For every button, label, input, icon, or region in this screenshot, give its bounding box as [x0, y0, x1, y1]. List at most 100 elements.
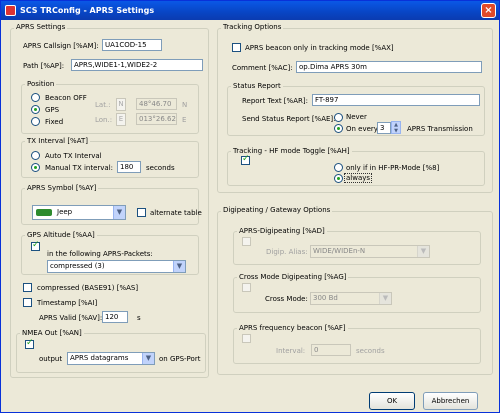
lon-dir-button[interactable]: E — [116, 113, 126, 126]
title-bar[interactable]: SCS TRConfig - APRS Settings × — [1, 1, 499, 20]
cross-mode-label: Cross Mode: — [265, 295, 308, 303]
callsign-label: APRS Callsign [%AM]: — [23, 42, 99, 50]
valid-unit: s — [137, 314, 141, 322]
nmea-checkbox[interactable] — [25, 338, 34, 349]
beacon-only-checkbox[interactable] — [232, 43, 241, 52]
send-status-label: Send Status Report [%AE]: — [242, 115, 336, 123]
report-text-input[interactable]: FT-897 — [312, 94, 480, 106]
nmea-title: NMEA Out [%AN] — [20, 329, 84, 337]
path-label: Path [%AP]: — [23, 62, 65, 70]
compressed-checkbox[interactable] — [23, 283, 32, 292]
app-icon — [5, 5, 16, 16]
callsign-input[interactable]: UA1COD-15 — [102, 39, 162, 51]
interval-label: Interval: — [276, 347, 306, 355]
freq-beacon-title: APRS frequency beacon [%AF] — [237, 324, 348, 332]
alias-label: Digip. Alias: — [266, 248, 308, 256]
always-radio[interactable] — [334, 174, 343, 183]
freq-beacon-checkbox[interactable] — [242, 334, 251, 343]
tx-interval-title: TX Interval [%AT] — [25, 137, 90, 145]
cross-mode-select[interactable]: 300 Bd ▼ — [310, 292, 392, 305]
lon-label: Lon.: — [95, 116, 113, 124]
packets-select[interactable]: compressed (3) ▼ — [47, 260, 186, 273]
beacon-only-label: APRS beacon only in tracking mode [%AX] — [245, 44, 394, 52]
cross-mode-title: Cross Mode Digipeating [%AG] — [237, 273, 349, 281]
packets-dropdown-arrow[interactable]: ▼ — [173, 261, 185, 272]
report-text-label: Report Text [%AR]: — [242, 97, 308, 105]
ok-button[interactable]: OK — [369, 392, 415, 410]
cross-mode-value: 300 Bd — [313, 294, 338, 302]
nmea-output-label: output — [39, 355, 63, 363]
close-button[interactable]: × — [481, 3, 496, 18]
valid-label: APRS Valid [%AV]: — [39, 314, 103, 322]
window-title: SCS TRConfig - APRS Settings — [20, 6, 155, 15]
timestamp-checkbox[interactable] — [23, 298, 32, 307]
nmea-output-value: APRS datagrams — [70, 354, 129, 362]
freq-beacon-group — [233, 328, 481, 364]
hf-toggle-checkbox[interactable] — [241, 154, 250, 165]
valid-input[interactable]: 120 — [102, 311, 128, 323]
count-spinner[interactable]: ▲ ▼ — [391, 121, 401, 134]
only-if-hf-label: only if in HF-PR-Mode [%8] — [346, 164, 440, 172]
alias-value: WIDE/WIDEn-N — [313, 247, 366, 255]
tx-seconds-unit: seconds — [146, 164, 175, 172]
jeep-icon — [36, 209, 52, 216]
nmea-dropdown-arrow[interactable]: ▼ — [142, 353, 154, 364]
tx-seconds-input[interactable]: 180 — [117, 161, 141, 173]
gps-altitude-checkbox[interactable] — [31, 240, 40, 251]
symbol-value: Jeep — [57, 208, 73, 216]
status-report-title: Status Report — [231, 82, 283, 90]
auto-tx-radio[interactable] — [31, 151, 40, 160]
every-count-input[interactable]: 3 — [377, 122, 391, 134]
alias-dropdown-arrow[interactable]: ▼ — [417, 246, 429, 257]
compressed-label: compressed (BASE91) [%AS] — [37, 284, 139, 292]
digipeating-title: Digipeating / Gateway Options — [221, 206, 333, 214]
tracking-title: Tracking Options — [221, 23, 284, 31]
interval-input[interactable]: 0 — [311, 344, 351, 356]
on-every-radio[interactable] — [334, 124, 343, 133]
lat-input[interactable]: 48°46.70 — [136, 98, 177, 110]
aprs-digi-checkbox[interactable] — [242, 237, 251, 246]
lat-dir-label: N — [182, 101, 188, 109]
interval-unit: seconds — [356, 347, 385, 355]
cancel-button[interactable]: Abbrechen — [423, 392, 478, 410]
alias-select[interactable]: WIDE/WIDEn-N ▼ — [310, 245, 430, 258]
aprs-digi-title: APRS-Digipeating [%AD] — [237, 227, 327, 235]
on-every-label: On every — [346, 125, 378, 133]
aprs-settings-title: APRS Settings — [14, 23, 68, 31]
only-if-hf-radio[interactable] — [334, 163, 343, 172]
beacon-off-radio[interactable] — [31, 93, 40, 102]
aprs-transmission-label: APRS Transmission — [407, 125, 473, 133]
settings-window: SCS TRConfig - APRS Settings × APRS Sett… — [0, 0, 500, 413]
fixed-radio[interactable] — [31, 117, 40, 126]
comment-label: Comment [%AC]: — [232, 64, 293, 72]
cross-mode-dropdown-arrow[interactable]: ▼ — [379, 293, 391, 304]
gps-altitude-title: GPS Altitude [%AA] — [25, 231, 97, 239]
gps-port-label: on GPS-Port — [159, 355, 201, 363]
lon-input[interactable]: 013°26.62 — [136, 113, 177, 125]
never-radio[interactable] — [334, 113, 343, 122]
fixed-label: Fixed — [45, 118, 64, 126]
comment-input[interactable]: op.Dima APRS 30m — [296, 61, 482, 73]
lat-dir-button[interactable]: N — [116, 98, 126, 111]
gps-radio[interactable] — [31, 105, 40, 114]
alt-table-label: alternate table — [150, 209, 202, 217]
symbol-select[interactable]: Jeep ▼ — [32, 205, 126, 220]
path-input[interactable]: APRS,WIDE1-1,WIDE2-2 — [71, 59, 203, 71]
in-packets-label: in the following APRS-Packets: — [47, 250, 153, 258]
alt-table-checkbox[interactable] — [137, 208, 146, 217]
beacon-off-label: Beacon OFF — [45, 94, 87, 102]
lon-dir-label: E — [182, 116, 187, 124]
auto-tx-label: Auto TX Interval — [45, 152, 102, 160]
symbol-dropdown-arrow[interactable]: ▼ — [113, 206, 125, 219]
manual-tx-label: Manual TX interval: — [45, 164, 114, 172]
symbol-title: APRS Symbol [%AY] — [25, 184, 99, 192]
lat-label: Lat.: — [95, 101, 111, 109]
never-label: Never — [346, 113, 367, 121]
cross-mode-checkbox[interactable] — [242, 283, 251, 292]
timestamp-label: Timestamp [%AI] — [37, 299, 98, 307]
packets-value: compressed (3) — [50, 262, 105, 270]
position-title: Position — [25, 80, 57, 88]
nmea-output-select[interactable]: APRS datagrams ▼ — [67, 352, 155, 365]
manual-tx-radio[interactable] — [31, 163, 40, 172]
always-label: always — [344, 173, 373, 183]
